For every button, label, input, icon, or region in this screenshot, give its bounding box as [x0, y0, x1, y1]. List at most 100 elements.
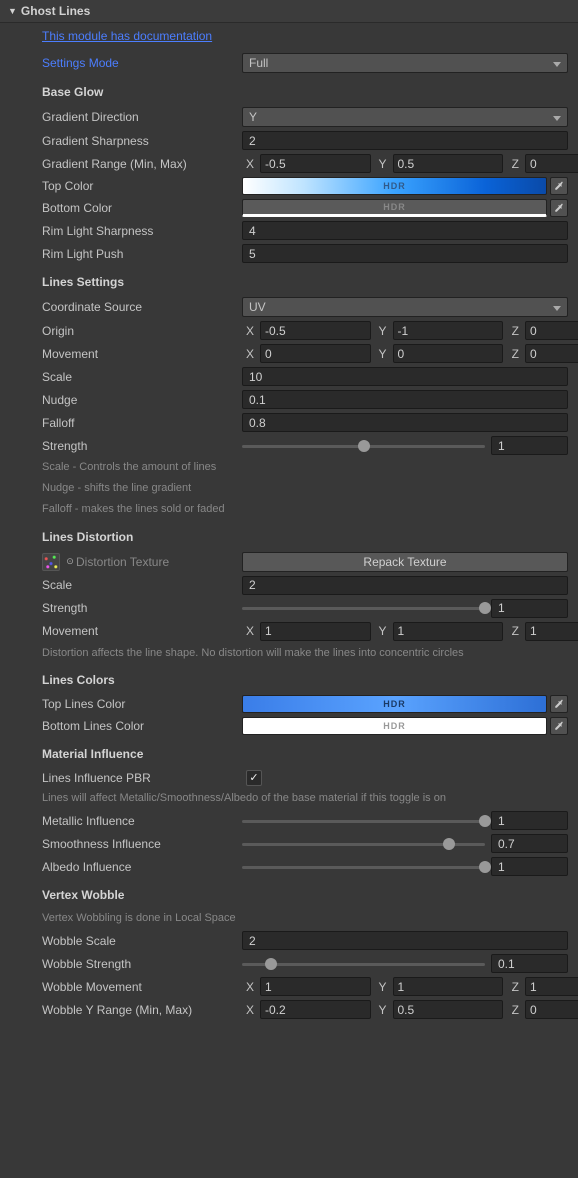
hint-text: Distortion affects the line shape. No di…: [0, 643, 578, 664]
origin-x[interactable]: [260, 321, 371, 340]
bottom-color-swatch[interactable]: HDR: [242, 199, 547, 217]
settings-mode-dropdown[interactable]: Full: [242, 53, 568, 73]
gradient-range-label: Gradient Range (Min, Max): [42, 157, 242, 171]
wobble-strength-label: Wobble Strength: [42, 957, 242, 971]
top-lines-color-label: Top Lines Color: [42, 697, 242, 711]
distortion-strength-value[interactable]: [491, 599, 568, 618]
wobble-movement-y[interactable]: [393, 977, 504, 996]
component-header[interactable]: ▼ Ghost Lines: [0, 0, 578, 23]
top-lines-color-swatch[interactable]: HDR: [242, 695, 547, 713]
gradient-sharpness-label: Gradient Sharpness: [42, 134, 242, 148]
hint-text: Lines will affect Metallic/Smoothness/Al…: [0, 788, 578, 809]
wobble-movement-x[interactable]: [260, 977, 371, 996]
falloff-label: Falloff: [42, 416, 242, 430]
wobble-movement-z[interactable]: [525, 977, 578, 996]
gradient-sharpness-input[interactable]: [242, 131, 568, 150]
section-vertex-wobble: Vertex Wobble: [0, 878, 578, 908]
metallic-slider[interactable]: [242, 812, 485, 830]
wobble-movement-label: Wobble Movement: [42, 980, 242, 994]
rim-push-input[interactable]: [242, 244, 568, 263]
bottom-color-label: Bottom Color: [42, 201, 242, 215]
rim-sharpness-input[interactable]: [242, 221, 568, 240]
smoothness-label: Smoothness Influence: [42, 837, 242, 851]
top-color-swatch[interactable]: HDR: [242, 177, 547, 195]
wobble-yrange-label: Wobble Y Range (Min, Max): [42, 1003, 242, 1017]
texture-slot[interactable]: [42, 553, 60, 571]
bottom-lines-color-label: Bottom Lines Color: [42, 719, 242, 733]
lines-influence-pbr-label: Lines Influence PBR: [42, 771, 242, 785]
wobble-scale-input[interactable]: [242, 931, 568, 950]
axis-x-label: X: [242, 157, 256, 171]
gradient-direction-dropdown[interactable]: Y: [242, 107, 568, 127]
scale-input[interactable]: [242, 367, 568, 386]
section-base-glow: Base Glow: [0, 75, 578, 105]
object-picker-icon[interactable]: ⊙: [64, 556, 76, 567]
repack-texture-button[interactable]: Repack Texture: [242, 552, 568, 572]
hint-text: Falloff - makes the lines sold or faded: [0, 499, 578, 520]
albedo-value[interactable]: [491, 857, 568, 876]
rim-sharpness-label: Rim Light Sharpness: [42, 224, 242, 238]
origin-z[interactable]: [525, 321, 578, 340]
movement-z[interactable]: [525, 344, 578, 363]
section-lines-settings: Lines Settings: [0, 265, 578, 295]
movement-label: Movement: [42, 347, 242, 361]
wobble-strength-value[interactable]: [491, 954, 568, 973]
coordinate-source-dropdown[interactable]: UV: [242, 297, 568, 317]
hint-text: Nudge - shifts the line gradient: [0, 478, 578, 499]
albedo-slider[interactable]: [242, 858, 485, 876]
nudge-input[interactable]: [242, 390, 568, 409]
smoothness-value[interactable]: [491, 834, 568, 853]
coordinate-source-label: Coordinate Source: [42, 300, 242, 314]
bottom-lines-color-swatch[interactable]: HDR: [242, 717, 547, 735]
smoothness-slider[interactable]: [242, 835, 485, 853]
foldout-icon: ▼: [8, 6, 17, 16]
movement-y[interactable]: [393, 344, 504, 363]
section-lines-distortion: Lines Distortion: [0, 520, 578, 550]
rim-push-label: Rim Light Push: [42, 247, 242, 261]
check-icon: ✓: [249, 771, 258, 784]
distortion-movement-z[interactable]: [525, 622, 578, 641]
wobble-yrange-z[interactable]: [525, 1000, 578, 1019]
gradient-direction-label: Gradient Direction: [42, 110, 242, 124]
eyedropper-icon[interactable]: [550, 177, 568, 195]
component-title: Ghost Lines: [21, 4, 90, 18]
distortion-strength-label: Strength: [42, 601, 242, 615]
scale-label: Scale: [42, 370, 242, 384]
gradient-range-y[interactable]: [393, 154, 504, 173]
axis-y-label: Y: [375, 157, 389, 171]
nudge-label: Nudge: [42, 393, 242, 407]
distortion-strength-slider[interactable]: [242, 599, 485, 617]
distortion-movement-y[interactable]: [393, 622, 504, 641]
wobble-yrange-y[interactable]: [393, 1000, 504, 1019]
movement-x[interactable]: [260, 344, 371, 363]
strength-slider[interactable]: [242, 437, 485, 455]
distortion-scale-input[interactable]: [242, 576, 568, 595]
gradient-range-z[interactable]: [525, 154, 578, 173]
metallic-value[interactable]: [491, 811, 568, 830]
wobble-yrange-x[interactable]: [260, 1000, 371, 1019]
top-color-label: Top Color: [42, 179, 242, 193]
eyedropper-icon[interactable]: [550, 695, 568, 713]
section-material-influence: Material Influence: [0, 737, 578, 767]
eyedropper-icon[interactable]: [550, 199, 568, 217]
settings-mode-label: Settings Mode: [42, 56, 242, 70]
strength-value[interactable]: [491, 436, 568, 455]
metallic-label: Metallic Influence: [42, 814, 242, 828]
wobble-strength-slider[interactable]: [242, 955, 485, 973]
distortion-movement-label: Movement: [42, 624, 242, 638]
lines-influence-pbr-checkbox[interactable]: ✓: [246, 770, 262, 786]
distortion-texture-label: Distortion Texture: [76, 555, 169, 569]
documentation-link[interactable]: This module has documentation: [0, 23, 578, 51]
distortion-scale-label: Scale: [42, 578, 242, 592]
falloff-input[interactable]: [242, 413, 568, 432]
origin-y[interactable]: [393, 321, 504, 340]
distortion-movement-x[interactable]: [260, 622, 371, 641]
strength-label: Strength: [42, 439, 242, 453]
hint-text: Scale - Controls the amount of lines: [0, 457, 578, 478]
eyedropper-icon[interactable]: [550, 717, 568, 735]
section-lines-colors: Lines Colors: [0, 663, 578, 693]
albedo-label: Albedo Influence: [42, 860, 242, 874]
gradient-range-x[interactable]: [260, 154, 371, 173]
origin-label: Origin: [42, 324, 242, 338]
axis-z-label: Z: [507, 157, 521, 171]
